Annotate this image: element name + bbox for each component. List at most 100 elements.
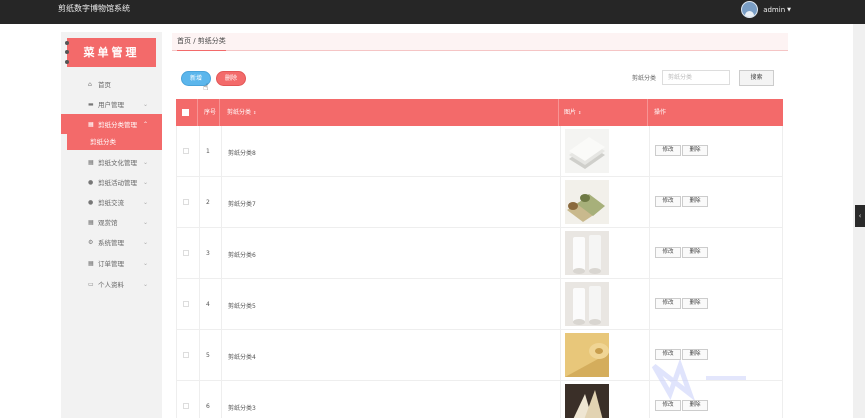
chevron-down-icon: ⌄: [142, 280, 148, 288]
chevron-down-icon: ⌄: [142, 218, 148, 226]
chevron-up-icon: ⌃: [142, 120, 148, 128]
ring-icon: [65, 50, 69, 54]
row-index: 4: [206, 301, 210, 308]
sidebar-item-papercut-activity[interactable]: ● 剪纸活动管理 ⌄: [61, 172, 162, 192]
row-checkbox[interactable]: [183, 148, 189, 154]
table-row: 2 剪纸分类7 修改 删除: [176, 177, 783, 228]
sidebar-item-label: 剪纸活动管理: [98, 179, 137, 187]
row-category-name: 剪纸分类7: [228, 201, 256, 208]
chevron-down-icon: ⌄: [142, 158, 148, 166]
sidebar-item-label: 剪纸分类管理: [98, 121, 137, 129]
edit-button[interactable]: 修改: [655, 298, 681, 309]
search-label: 剪纸分类: [632, 75, 657, 82]
edit-button[interactable]: 修改: [655, 400, 681, 411]
grid-icon: ▦: [88, 259, 94, 267]
profile-icon: ▭: [88, 280, 94, 288]
category-image: [565, 384, 609, 418]
sidebar-item-system[interactable]: ⚙ 系统管理 ⌄: [61, 232, 162, 252]
table-row: 3 剪纸分类6 修改 删除: [176, 228, 783, 279]
row-delete-button[interactable]: 删除: [682, 247, 708, 258]
category-image: [565, 129, 609, 173]
row-category-name: 剪纸分类6: [228, 252, 256, 259]
category-image: [565, 231, 609, 275]
row-index: 6: [206, 403, 210, 410]
category-image: [565, 333, 609, 377]
row-category-name: 剪纸分类8: [228, 150, 256, 157]
row-delete-button[interactable]: 删除: [682, 349, 708, 360]
sidebar-item-papercut-culture[interactable]: ▦ 剪纸文化管理 ⌄: [61, 152, 162, 172]
gear-icon: ⚙: [88, 238, 94, 246]
sidebar-item-label: 剪纸文化管理: [98, 159, 137, 167]
row-index: 3: [206, 250, 210, 257]
table-row: 1 剪纸分类8 修改 删除: [176, 126, 783, 177]
row-category-name: 剪纸分类3: [228, 405, 256, 412]
chevron-down-icon: ⌄: [142, 178, 148, 186]
sidebar-item-gallery[interactable]: ▦ 观赏馆 ⌄: [61, 212, 162, 232]
grid-icon: ▦: [88, 158, 94, 166]
user-menu[interactable]: admin ▼: [741, 1, 791, 18]
edit-button[interactable]: 修改: [655, 145, 681, 156]
column-header-category[interactable]: 剪纸分类 ⇕: [220, 99, 559, 126]
edit-button[interactable]: 修改: [655, 247, 681, 258]
select-all-checkbox[interactable]: [182, 109, 189, 116]
search-input[interactable]: [662, 70, 730, 85]
edit-button[interactable]: 修改: [655, 349, 681, 360]
app-title: 剪纸数字博物馆系统: [58, 4, 130, 13]
row-index: 5: [206, 352, 210, 359]
row-index: 2: [206, 199, 210, 206]
chevron-down-icon: ⌄: [142, 238, 148, 246]
grid-icon: ▦: [88, 218, 94, 226]
top-bar: 剪纸数字博物馆系统 admin ▼: [0, 0, 865, 24]
chevron-down-icon: ⌄: [142, 198, 148, 206]
sidebar-item-label: 剪纸交流: [98, 199, 124, 207]
table-header: 序号 剪纸分类 ⇕ 图片 ⇕ 操作: [176, 99, 783, 126]
breadcrumb[interactable]: 首页 / 剪纸分类: [177, 36, 226, 51]
ring-icon: [65, 60, 69, 64]
user-group-icon: ▬: [88, 100, 94, 108]
row-delete-button[interactable]: 删除: [682, 298, 708, 309]
sort-icon[interactable]: ⇕: [253, 110, 256, 115]
column-header-image[interactable]: 图片 ⇕: [559, 99, 648, 126]
row-checkbox[interactable]: [183, 250, 189, 256]
home-icon: ⌂: [88, 80, 92, 88]
chevron-down-icon: ⌄: [142, 259, 148, 267]
username[interactable]: admin: [763, 6, 785, 14]
sidebar-item-label: 系统管理: [98, 239, 124, 247]
collapse-panel-handle[interactable]: ‹: [855, 205, 865, 227]
table-row: 4 剪纸分类5 修改 删除: [176, 279, 783, 330]
sidebar-item-label: 订单管理: [98, 260, 124, 268]
row-delete-button[interactable]: 删除: [682, 145, 708, 156]
delete-button[interactable]: 删除: [216, 71, 246, 86]
search-button[interactable]: 搜索: [739, 70, 774, 86]
sidebar-logo-text: 菜单管理: [83, 46, 140, 59]
column-header-actions: 操作: [654, 109, 667, 116]
grid-icon: ▦: [88, 120, 94, 128]
sidebar-item-home[interactable]: ⌂ 首页: [61, 74, 162, 94]
row-checkbox[interactable]: [183, 301, 189, 307]
caret-down-icon[interactable]: ▼: [787, 7, 791, 13]
sidebar-item-label: 首页: [98, 81, 111, 89]
row-delete-button[interactable]: 删除: [682, 196, 708, 207]
category-image: [565, 282, 609, 326]
submenu-item-papercut-category[interactable]: 剪纸分类: [67, 134, 162, 150]
row-checkbox[interactable]: [183, 199, 189, 205]
sidebar-item-label: 观赏馆: [98, 219, 118, 227]
row-index: 1: [206, 148, 210, 155]
ring-icon: [65, 41, 69, 45]
person-icon: ●: [88, 178, 94, 186]
sidebar-item-papercut-category[interactable]: ▦ 剪纸分类管理 ⌃: [61, 114, 162, 134]
edit-button[interactable]: 修改: [655, 196, 681, 207]
row-checkbox[interactable]: [183, 403, 189, 409]
sidebar-item-orders[interactable]: ▦ 订单管理 ⌄: [61, 253, 162, 273]
sort-icon[interactable]: ⇕: [578, 110, 581, 115]
row-category-name: 剪纸分类5: [228, 303, 256, 310]
row-checkbox[interactable]: [183, 352, 189, 358]
avatar[interactable]: [741, 1, 759, 18]
sidebar-item-profile[interactable]: ▭ 个人资料 ⌄: [61, 274, 162, 294]
sidebar-item-label: 个人资料: [98, 281, 124, 289]
sidebar-item-users[interactable]: ▬ 用户管理 ⌄: [61, 94, 162, 114]
row-category-name: 剪纸分类4: [228, 354, 256, 361]
row-delete-button[interactable]: 删除: [682, 400, 708, 411]
pointer-cursor-icon: ☝: [203, 83, 209, 93]
sidebar-item-papercut-exchange[interactable]: ● 剪纸交流 ⌄: [61, 192, 162, 212]
